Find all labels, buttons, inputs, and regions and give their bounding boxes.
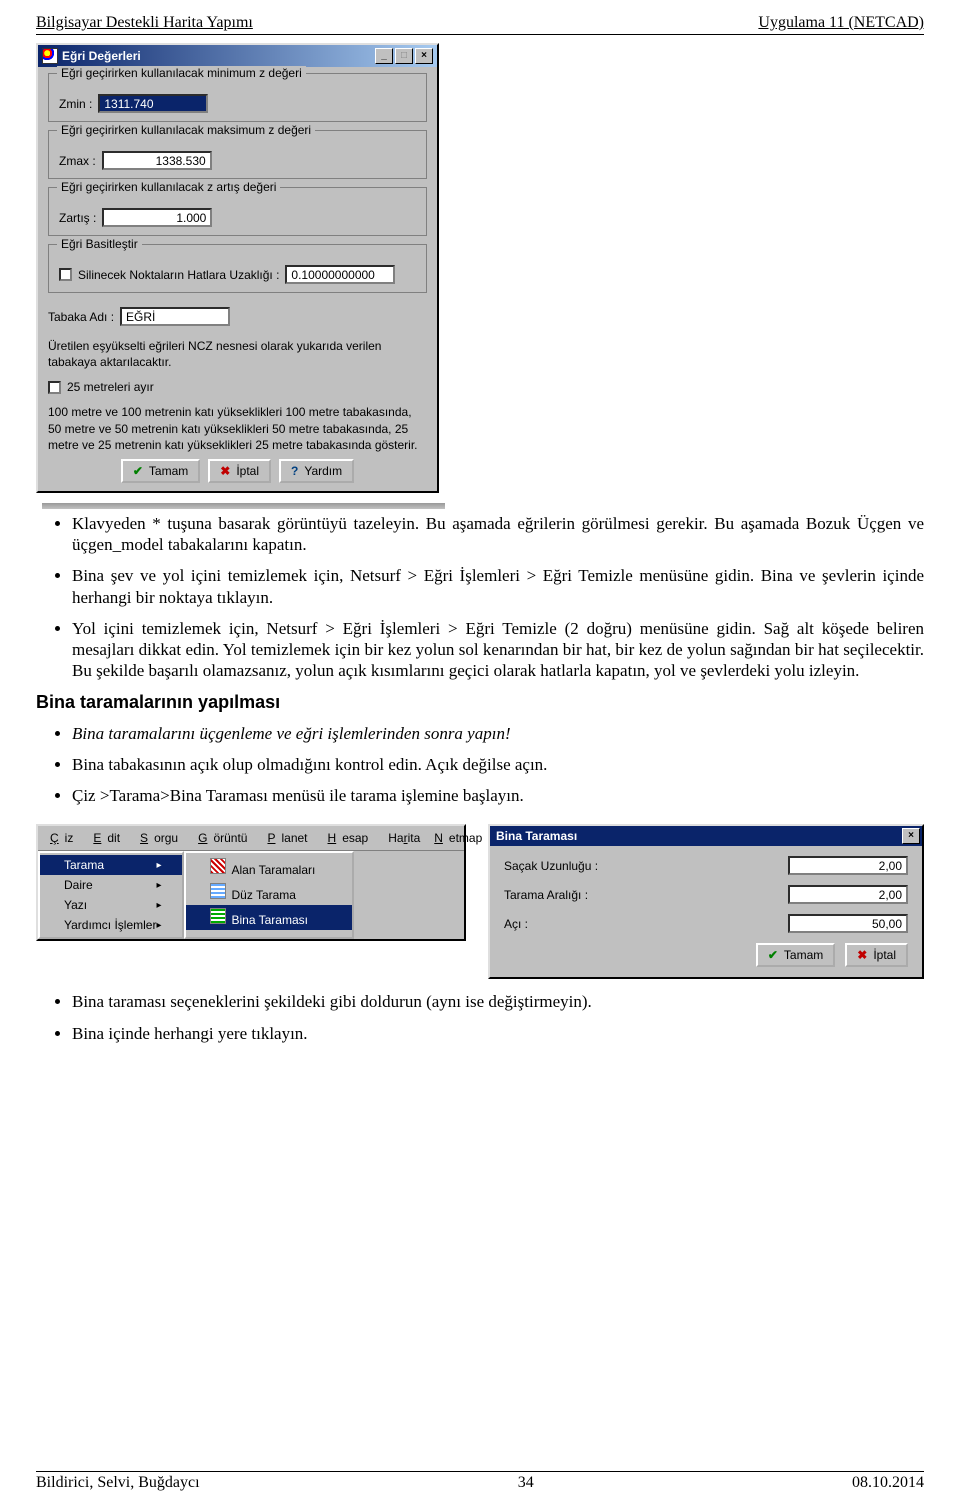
ok-label: Tamam	[149, 464, 188, 478]
bt-cancel-label: İptal	[873, 948, 896, 962]
menu-ciz[interactable]: Çiz	[44, 829, 85, 847]
x-icon: ✖	[220, 464, 230, 478]
group-zmin: Eğri geçirirken kullanılacak minimum z d…	[48, 73, 427, 122]
bt-ok-label: Tamam	[784, 948, 823, 962]
menu-item-duz-tarama[interactable]: Düz Tarama	[186, 880, 352, 905]
bullet-4: Bina taramalarını üçgenleme ve eğri işle…	[72, 723, 924, 744]
bt-cancel-button[interactable]: ✖ İptal	[845, 943, 908, 967]
bina-taramasi-dialog: Bina Taraması × Saçak Uzunluğu : Tarama …	[488, 824, 924, 979]
zmin-input[interactable]	[98, 94, 208, 113]
zmax-label: Zmax :	[59, 154, 96, 168]
page-header: Bilgisayar Destekli Harita Yapımı Uygula…	[0, 0, 960, 34]
menu-planet[interactable]: Planet	[261, 829, 319, 847]
group-simplify: Eğri Basitleştir Silinecek Noktaların Ha…	[48, 244, 427, 293]
ayir25-label: 25 metreleri ayır	[67, 380, 154, 394]
cancel-label: İptal	[236, 464, 259, 478]
sacak-input[interactable]	[788, 856, 908, 875]
bt-title: Bina Taraması	[496, 829, 577, 843]
layer-label: Tabaka Adı :	[48, 310, 114, 324]
note2: 100 metre ve 100 metrenin katı yükseklik…	[48, 404, 427, 453]
header-right: Uygulama 11 (NETCAD)	[758, 14, 924, 32]
menu-edit[interactable]: Edit	[87, 829, 132, 847]
zmax-input[interactable]	[102, 151, 212, 170]
hatch-icon	[210, 858, 226, 874]
aci-input[interactable]	[788, 914, 908, 933]
app-icon	[42, 48, 58, 64]
layer-input[interactable]	[120, 307, 230, 326]
bt-ok-button[interactable]: ✔ Tamam	[756, 943, 835, 967]
cancel-button[interactable]: ✖ İptal	[208, 459, 271, 483]
maximize-icon[interactable]: □	[395, 48, 413, 64]
bullet-7: Bina taraması seçeneklerini şekildeki gi…	[72, 991, 924, 1012]
menubar: Çiz Edit Sorgu Görüntü Planet Hesap Hari…	[38, 826, 464, 851]
egri-degerleri-dialog: Eğri Değerleri _ □ × Eğri geçirirken kul…	[36, 43, 439, 493]
menu-goruntu[interactable]: Görüntü	[192, 829, 259, 847]
bullet-6: Çiz >Tarama>Bina Taraması menüsü ile tar…	[72, 785, 924, 806]
close-icon[interactable]: ×	[415, 48, 433, 64]
x-icon: ✖	[857, 948, 867, 962]
section-title: Bina taramalarının yapılması	[36, 692, 924, 713]
bullet-5: Bina tabakasının açık olup olmadığını ko…	[72, 754, 924, 775]
menu-harita[interactable]: Harita	[382, 829, 426, 847]
zmin-label: Zmin :	[59, 97, 92, 111]
sacak-label: Saçak Uzunluğu :	[504, 859, 598, 873]
menu-item-tarama[interactable]: Tarama	[40, 855, 182, 875]
help-button[interactable]: ? Yardım	[279, 459, 354, 483]
help-label: Yardım	[304, 464, 342, 478]
bt-titlebar[interactable]: Bina Taraması ×	[490, 826, 922, 846]
footer-center: 34	[518, 1474, 534, 1492]
group-zartis: Eğri geçirirken kullanılacak z artış değ…	[48, 187, 427, 236]
bullet-8: Bina içinde herhangi yere tıklayın.	[72, 1023, 924, 1044]
menu-item-alan-taramalari[interactable]: Alan Taramaları	[186, 855, 352, 880]
bullet-3: Yol içini temizlemek için, Netsurf > Eğr…	[72, 618, 924, 682]
menu-screenshot: Çiz Edit Sorgu Görüntü Planet Hesap Hari…	[36, 824, 466, 941]
menu-item-daire[interactable]: Daire	[40, 875, 182, 895]
simplify-checkbox[interactable]	[59, 268, 72, 281]
hatch-icon	[210, 908, 226, 924]
hatch-icon	[210, 883, 226, 899]
menu-sorgu[interactable]: Sorgu	[134, 829, 190, 847]
aralik-input[interactable]	[788, 885, 908, 904]
question-icon: ?	[291, 464, 298, 478]
footer-right: 08.10.2014	[852, 1474, 924, 1492]
group-simplify-legend: Eğri Basitleştir	[57, 237, 142, 251]
check-icon: ✔	[768, 948, 778, 962]
header-rule	[36, 34, 924, 35]
bullet-2: Bina şev ve yol içini temizlemek için, N…	[72, 565, 924, 608]
dialog-title: Eğri Değerleri	[62, 49, 141, 63]
menu-item-yazi[interactable]: Yazı	[40, 895, 182, 915]
group-zmax: Eğri geçirirken kullanılacak maksimum z …	[48, 130, 427, 179]
simplify-input[interactable]	[285, 265, 395, 284]
close-icon[interactable]: ×	[902, 828, 920, 844]
body-content: Klavyeden * tuşuna basarak görüntüyü taz…	[0, 509, 960, 807]
menu-hesap[interactable]: Hesap	[322, 829, 381, 847]
titlebar[interactable]: Eğri Değerleri _ □ ×	[38, 45, 437, 67]
ayir25-checkbox[interactable]	[48, 381, 61, 394]
group-zartis-legend: Eğri geçirirken kullanılacak z artış değ…	[57, 180, 280, 194]
aralik-label: Tarama Aralığı :	[504, 888, 588, 902]
zartis-label: Zartış :	[59, 211, 96, 225]
submenu-tarama: Alan Taramaları Düz Tarama Bina Taraması	[184, 851, 354, 939]
dialog-shadow	[42, 503, 445, 509]
simplify-label: Silinecek Noktaların Hatlara Uzaklığı :	[78, 268, 279, 282]
group-zmin-legend: Eğri geçirirken kullanılacak minimum z d…	[57, 66, 306, 80]
aci-label: Açı :	[504, 917, 528, 931]
bullet-1: Klavyeden * tuşuna basarak görüntüyü taz…	[72, 513, 924, 556]
check-icon: ✔	[133, 464, 143, 478]
page-footer: Bildirici, Selvi, Buğdaycı 34 08.10.2014	[36, 1471, 924, 1492]
footer-left: Bildirici, Selvi, Buğdaycı	[36, 1474, 200, 1492]
ok-button[interactable]: ✔ Tamam	[121, 459, 200, 483]
menu-netmap[interactable]: Netmap	[428, 829, 494, 847]
zartis-input[interactable]	[102, 208, 212, 227]
submenu-ciz: Tarama Daire Yazı Yardımcı İşlemler	[38, 851, 184, 939]
note1: Üretilen eşyükselti eğrileri NCZ nesnesi…	[48, 338, 427, 370]
minimize-icon[interactable]: _	[375, 48, 393, 64]
menu-item-bina-taramasi[interactable]: Bina Taraması	[186, 905, 352, 930]
group-zmax-legend: Eğri geçirirken kullanılacak maksimum z …	[57, 123, 315, 137]
header-left: Bilgisayar Destekli Harita Yapımı	[36, 14, 253, 32]
menu-item-yardimci[interactable]: Yardımcı İşlemler	[40, 915, 182, 935]
